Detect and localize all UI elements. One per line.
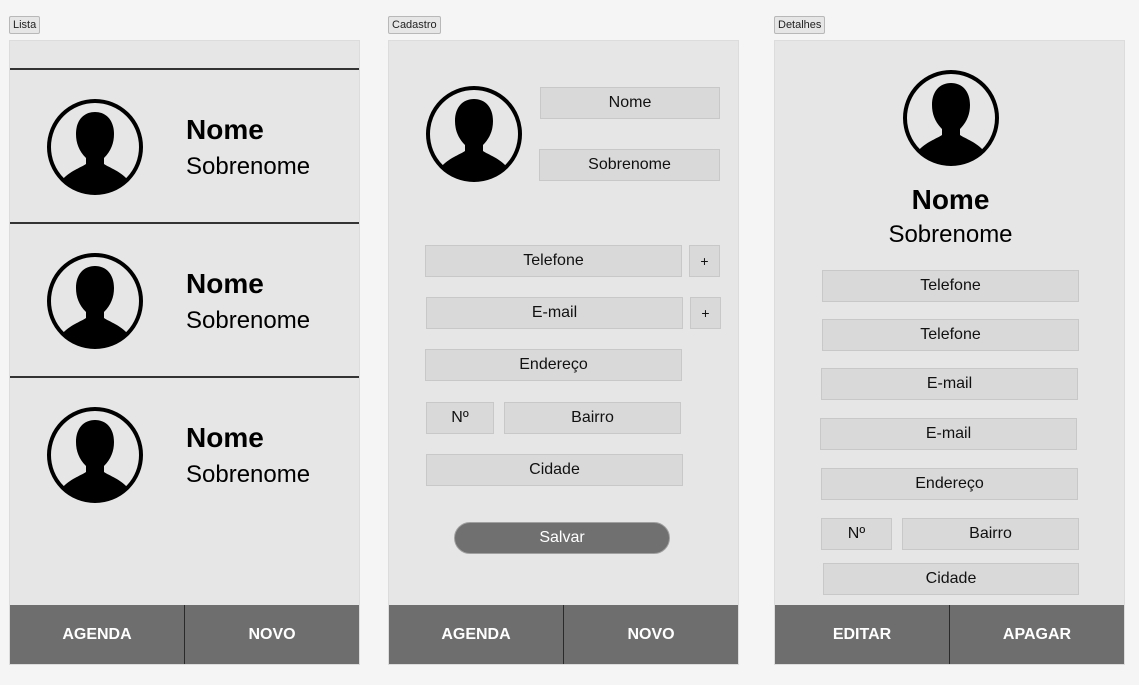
address-value: Endereço xyxy=(821,468,1078,500)
edit-button[interactable]: EDITAR xyxy=(775,605,949,664)
list-item[interactable]: Nome Sobrenome xyxy=(10,376,359,530)
agenda-button[interactable]: AGENDA xyxy=(10,605,184,664)
surname-field[interactable]: Sobrenome xyxy=(539,149,720,181)
contact-name: Nome xyxy=(186,422,264,453)
frame-label-cadastro: Cadastro xyxy=(388,16,441,34)
phone-field[interactable]: Telefone xyxy=(425,245,682,277)
district-field[interactable]: Bairro xyxy=(504,402,681,434)
avatar-icon xyxy=(47,99,143,195)
novo-button[interactable]: NOVO xyxy=(184,605,359,664)
agenda-button[interactable]: AGENDA xyxy=(389,605,563,664)
contact-surname: Sobrenome xyxy=(186,307,311,334)
district-value: Bairro xyxy=(902,518,1079,550)
avatar-icon xyxy=(47,253,143,349)
frame-label-lista: Lista xyxy=(9,16,41,34)
city-value: Cidade xyxy=(823,563,1079,595)
lista-screen: Nome Sobrenome Nome Sobrenome Nome Sobre… xyxy=(9,40,360,665)
delete-button[interactable]: APAGAR xyxy=(949,605,1124,664)
contact-surname: Sobrenome xyxy=(888,221,1013,248)
city-field[interactable]: Cidade xyxy=(426,454,683,486)
frame-label-detalhes: Detalhes xyxy=(774,16,826,34)
avatar-icon[interactable] xyxy=(425,85,523,183)
phone-value: Telefone xyxy=(822,319,1079,351)
name-field[interactable]: Nome xyxy=(540,87,720,119)
number-field[interactable]: Nº xyxy=(426,402,494,434)
address-field[interactable]: Endereço xyxy=(425,349,682,381)
contact-surname: Sobrenome xyxy=(186,153,311,180)
bottom-nav: AGENDA NOVO xyxy=(10,605,359,664)
list-item[interactable]: Nome Sobrenome xyxy=(10,222,359,376)
email-field[interactable]: E-mail xyxy=(426,297,683,329)
contact-name: Nome xyxy=(911,184,990,215)
detalhes-screen: Nome Sobrenome Telefone Telefone E-mail … xyxy=(774,40,1125,665)
add-phone-button[interactable]: + xyxy=(689,245,720,277)
save-button[interactable]: Salvar xyxy=(454,522,670,554)
number-value: Nº xyxy=(821,518,892,550)
phone-value: Telefone xyxy=(822,270,1079,302)
add-email-button[interactable]: + xyxy=(690,297,721,329)
bottom-nav: EDITAR APAGAR xyxy=(775,605,1124,664)
contact-name: Nome xyxy=(186,114,264,145)
bottom-nav: AGENDA NOVO xyxy=(389,605,738,664)
avatar-icon xyxy=(903,70,999,166)
contact-surname: Sobrenome xyxy=(186,461,311,488)
email-value: E-mail xyxy=(821,368,1078,400)
email-value: E-mail xyxy=(820,418,1077,450)
list-item[interactable]: Nome Sobrenome xyxy=(10,68,359,222)
avatar-icon xyxy=(47,407,143,503)
novo-button[interactable]: NOVO xyxy=(563,605,738,664)
cadastro-screen: Nome Sobrenome Telefone + E-mail + Ender… xyxy=(388,40,739,665)
contact-name: Nome xyxy=(186,268,264,299)
